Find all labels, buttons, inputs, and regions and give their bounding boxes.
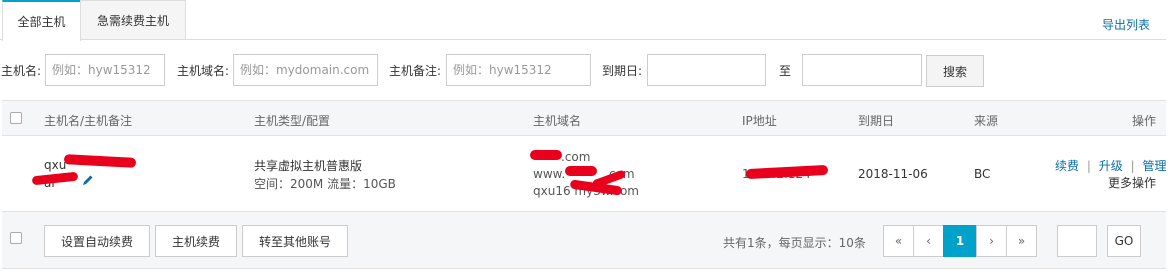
- table-footer: 设置自动续费 主机续费 转至其他账号 共有1条，每页显示：10条 « ‹ 1 ›…: [2, 212, 1166, 269]
- search-button[interactable]: 搜索: [926, 55, 984, 87]
- tab-all-hosts[interactable]: 全部主机: [2, 0, 81, 41]
- pagination-info: 共有1条，每页显示：10条: [723, 236, 866, 250]
- col-domain: 主机域名: [533, 114, 582, 128]
- export-list-link[interactable]: 导出列表: [1102, 16, 1150, 33]
- upgrade-link[interactable]: 升级: [1099, 159, 1123, 173]
- row-actions: 续费 | 升级 | 管理: [1055, 157, 1166, 174]
- manage-link[interactable]: 管理: [1142, 159, 1166, 173]
- tab-renew-needed[interactable]: 急需续费主机: [80, 0, 186, 40]
- action-separator: |: [1130, 159, 1135, 173]
- col-expire: 到期日: [858, 114, 895, 128]
- last-page-button[interactable]: »: [1006, 225, 1037, 257]
- hostname-input[interactable]: [45, 54, 165, 86]
- host-source: BC: [974, 167, 991, 181]
- domain-label: 主机域名:: [177, 64, 230, 78]
- expire-start-input[interactable]: [647, 54, 766, 86]
- col-source: 来源: [974, 114, 999, 128]
- page-1-button[interactable]: 1: [943, 225, 977, 257]
- table-header: 主机名/主机备注 主机类型/配置 主机域名 IP地址 到期日 来源 操作: [2, 100, 1166, 136]
- expire-label: 到期日:: [602, 64, 643, 78]
- hostname-label: 主机名:: [1, 64, 42, 78]
- redaction-mark: [565, 166, 597, 176]
- more-actions-link[interactable]: 更多操作: [1108, 174, 1156, 191]
- col-type: 主机类型/配置: [254, 114, 331, 128]
- redaction-mark: [31, 171, 79, 186]
- page-jump-input[interactable]: [1057, 225, 1097, 257]
- redaction-mark: [530, 150, 562, 160]
- expire-end-input[interactable]: [802, 54, 922, 86]
- edit-pencil-icon[interactable]: [82, 174, 94, 186]
- col-ip: IP地址: [742, 114, 777, 128]
- next-page-button[interactable]: ›: [976, 225, 1007, 257]
- domain-input[interactable]: [233, 54, 378, 86]
- go-button[interactable]: GO: [1107, 225, 1141, 257]
- redaction-mark: [63, 154, 137, 168]
- transfer-account-button[interactable]: 转至其他账号: [242, 225, 348, 257]
- note-label: 主机备注:: [389, 64, 442, 78]
- to-label: 至: [779, 64, 792, 78]
- col-name: 主机名/主机备注: [44, 114, 133, 128]
- renew-link[interactable]: 续费: [1055, 159, 1079, 173]
- col-action: 操作: [1132, 114, 1157, 128]
- table-row: qxu ai 共享虚拟主机普惠版 空间：200M 流量：10GB .com ww…: [2, 136, 1166, 212]
- tab-bar: 全部主机 急需续费主机: [0, 0, 1166, 41]
- note-input[interactable]: [446, 54, 591, 86]
- select-all-checkbox[interactable]: [10, 112, 22, 124]
- first-page-button[interactable]: «: [883, 225, 914, 257]
- host-name-link[interactable]: qxu: [44, 158, 66, 172]
- action-separator: |: [1086, 159, 1091, 173]
- select-all-footer-checkbox[interactable]: [10, 232, 22, 244]
- host-renew-button[interactable]: 主机续费: [155, 225, 237, 257]
- prev-page-button[interactable]: ‹: [913, 225, 944, 257]
- host-type: 共享虚拟主机普惠版: [254, 159, 363, 173]
- host-config: 空间：200M 流量：10GB: [254, 177, 396, 191]
- host-expire-date: 2018-11-06: [858, 167, 928, 181]
- auto-renew-button[interactable]: 设置自动续费: [44, 225, 150, 257]
